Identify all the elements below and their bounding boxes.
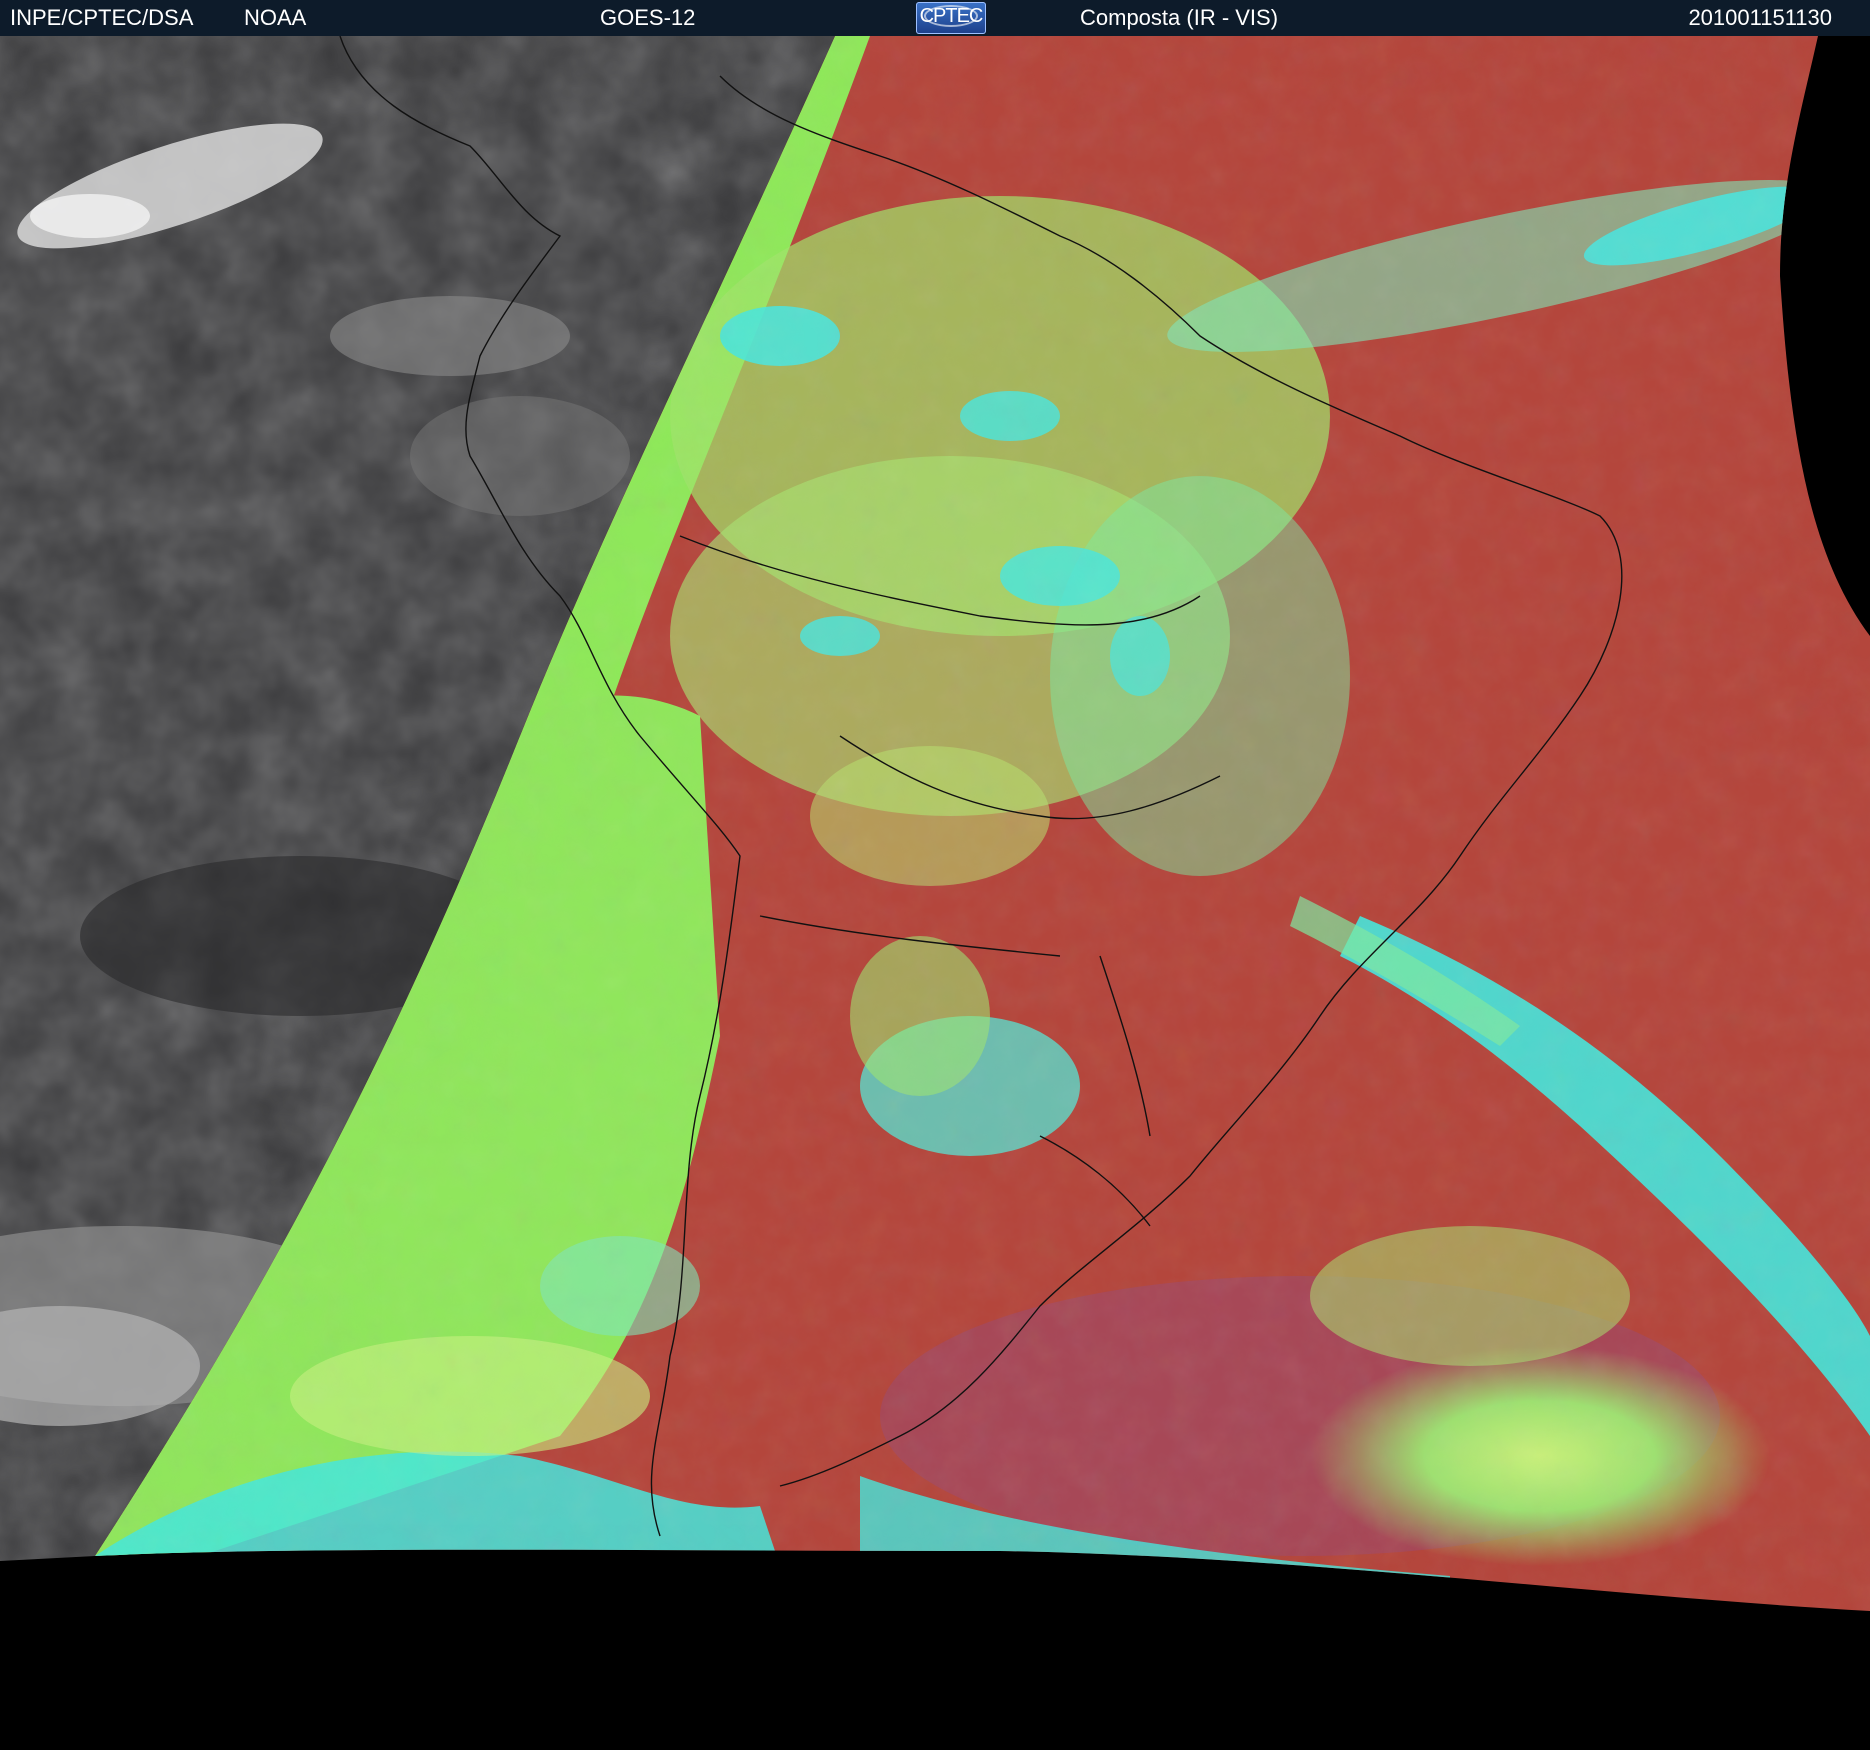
logo-text: CPTEC xyxy=(919,5,984,27)
agency-label: NOAA xyxy=(244,5,307,30)
satellite-label: GOES-12 xyxy=(600,5,696,30)
satellite-image-canvas xyxy=(0,36,1870,1750)
product-label: Composta (IR - VIS) xyxy=(1080,5,1279,30)
organization-label: INPE/CPTEC/DSA xyxy=(10,5,194,30)
cptec-logo: CPTEC xyxy=(916,2,986,34)
timestamp-label: 201001151130 xyxy=(1688,5,1832,30)
satellite-image xyxy=(0,36,1870,1750)
image-header-bar: INPE/CPTEC/DSA NOAA GOES-12 CPTEC Compos… xyxy=(0,0,1870,36)
